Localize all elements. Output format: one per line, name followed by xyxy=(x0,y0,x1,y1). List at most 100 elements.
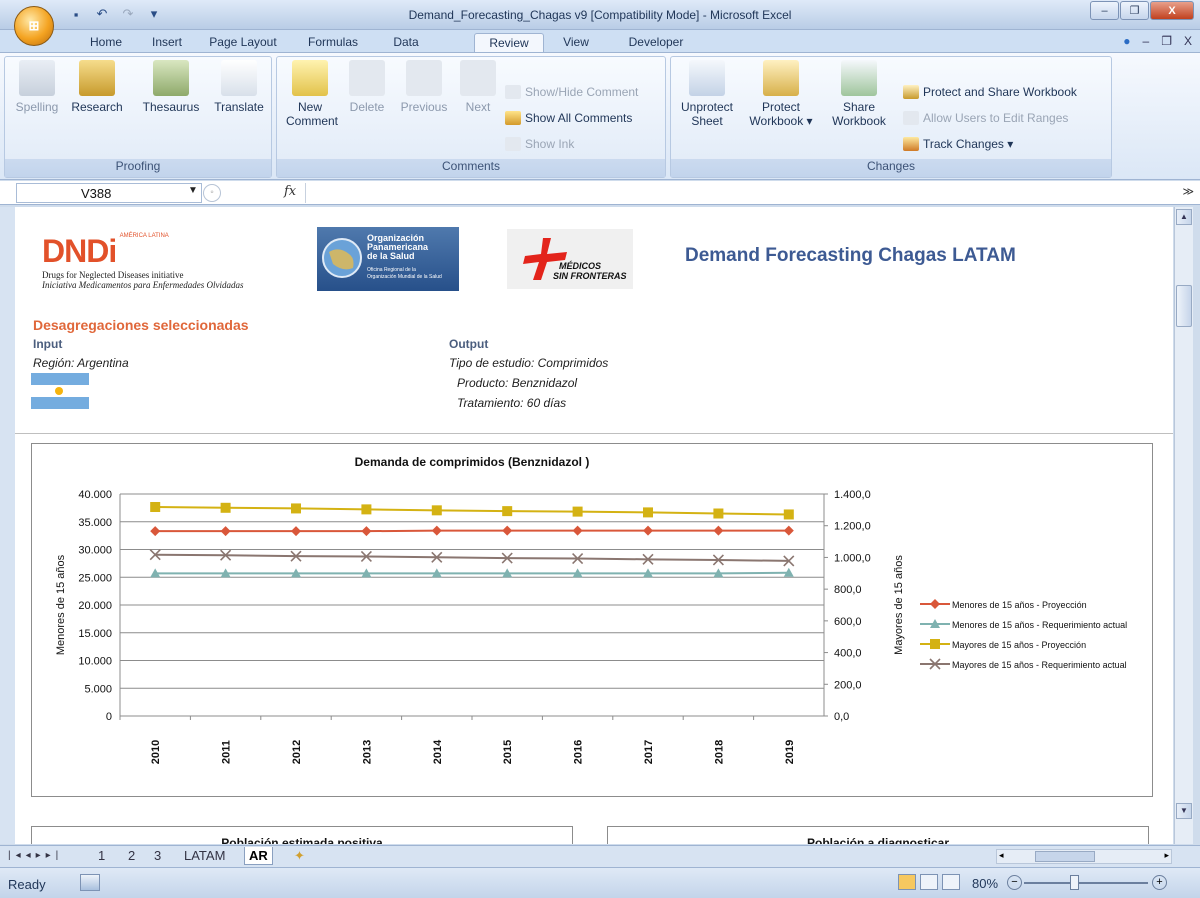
help-icon[interactable]: ● xyxy=(1123,34,1130,48)
sheet-tab-ar[interactable]: AR xyxy=(244,847,273,865)
formula-cancel-icon[interactable]: ◦ xyxy=(203,184,221,202)
office-button[interactable]: ⊞ xyxy=(14,6,54,46)
thesaurus-button[interactable]: Thesaurus xyxy=(135,60,207,114)
sheet-tab-1[interactable]: 1 xyxy=(94,847,109,865)
sheet-tab-3[interactable]: 3 xyxy=(150,847,165,865)
next-comment-button[interactable]: Next xyxy=(455,60,501,114)
data-point-series-3 xyxy=(431,505,442,516)
track-changes-label: Track Changes ▾ xyxy=(923,137,1014,151)
scroll-right-icon[interactable]: ▸ xyxy=(1164,850,1169,861)
tab-home[interactable]: Home xyxy=(80,33,132,52)
show-hide-comment-button[interactable]: Show/Hide Comment xyxy=(505,83,638,101)
y2-tick-label: 400,0 xyxy=(834,648,862,660)
zoom-slider-track[interactable] xyxy=(1024,882,1148,884)
data-point-series-3 xyxy=(502,506,513,517)
tab-data[interactable]: Data xyxy=(384,33,428,52)
scroll-down-icon[interactable]: ▼ xyxy=(1176,803,1192,819)
page-break-view-icon[interactable] xyxy=(942,874,960,890)
new-comment-label: New Comment xyxy=(286,100,339,128)
y-tick-label: 10.000 xyxy=(78,656,112,668)
new-comment-button[interactable]: New Comment xyxy=(281,60,339,128)
data-point-series-1 xyxy=(643,525,653,536)
track-changes-button[interactable]: Track Changes ▾ xyxy=(903,135,1013,153)
y2-tick-label: 1.400,0 xyxy=(834,489,871,501)
poblacion-diagnosticar-chart[interactable]: Población a diagnosticar xyxy=(607,826,1149,844)
insert-function-icon[interactable]: fx xyxy=(284,184,296,199)
previous-comment-icon xyxy=(406,60,442,96)
sheet-tab-2[interactable]: 2 xyxy=(124,847,139,865)
page-layout-view-icon[interactable] xyxy=(920,874,938,890)
restore-button[interactable]: ❐ xyxy=(1120,1,1149,20)
demand-chart-svg: Demanda de comprimidos (Benznidazol ) 0 5.… xyxy=(55,455,1127,764)
scroll-up-icon[interactable]: ▲ xyxy=(1176,209,1192,225)
insert-sheet-icon[interactable]: ✦ xyxy=(290,847,309,865)
ribbon-close-icon[interactable]: X xyxy=(1184,34,1192,48)
horizontal-scrollbar[interactable]: ◂ ▸ xyxy=(996,849,1172,864)
tab-formulas[interactable]: Formulas xyxy=(296,33,370,52)
show-all-comments-button[interactable]: Show All Comments xyxy=(505,109,632,127)
allow-users-edit-ranges-button[interactable]: Allow Users to Edit Ranges xyxy=(903,109,1068,127)
input-label: Input xyxy=(33,337,63,351)
data-point-series-3 xyxy=(572,506,583,517)
vertical-scrollbar[interactable]: ▲ ▼ xyxy=(1174,207,1193,844)
scroll-left-icon[interactable]: ◂ xyxy=(999,850,1004,861)
close-button[interactable]: X xyxy=(1150,1,1194,20)
worksheet[interactable]: DNDi AMÉRICA LATINA Drugs for Neglected … xyxy=(15,207,1173,844)
msf-logo-line2: SIN FRONTERAS xyxy=(553,271,627,281)
data-point-series-1 xyxy=(361,526,372,537)
x-tick-label: 2010 xyxy=(150,740,162,764)
protect-share-workbook-button[interactable]: Protect and Share Workbook xyxy=(903,83,1077,101)
ribbon: Spelling Research Thesaurus Translate Pr… xyxy=(0,52,1200,180)
show-ink-button[interactable]: Show Ink xyxy=(505,135,574,153)
tipo-text: Tipo de estudio: Comprimidos xyxy=(449,356,609,370)
macro-record-icon[interactable] xyxy=(80,874,100,891)
legend-label-1: Menores de 15 años - Proyección xyxy=(952,600,1087,610)
poblacion-diagnosticar-title: Población a diagnosticar xyxy=(806,836,950,844)
poblacion-positiva-chart[interactable]: Población estimada positiva xyxy=(31,826,573,844)
vertical-scroll-thumb[interactable] xyxy=(1176,285,1192,327)
translate-button[interactable]: Translate xyxy=(209,60,269,114)
zoom-out-icon[interactable]: − xyxy=(1007,875,1022,890)
next-comment-label: Next xyxy=(465,100,491,114)
zoom-in-icon[interactable]: + xyxy=(1152,875,1167,890)
share-workbook-button[interactable]: Share Workbook xyxy=(823,60,895,128)
ribbon-restore-icon[interactable]: ❐ xyxy=(1161,34,1172,48)
proofing-group: Spelling Research Thesaurus Translate Pr… xyxy=(4,56,272,178)
previous-comment-button[interactable]: Previous xyxy=(395,60,453,114)
normal-view-icon[interactable] xyxy=(898,874,916,890)
research-button[interactable]: Research xyxy=(67,60,127,114)
y2-tick-label: 200,0 xyxy=(834,679,862,691)
sheet-nav-arrows-icon[interactable]: |◂◂▸▸| xyxy=(8,850,63,861)
unprotect-sheet-icon xyxy=(689,60,725,96)
protect-workbook-button[interactable]: Protect Workbook ▾ xyxy=(743,60,819,128)
name-box-dropdown-icon[interactable]: ▼ xyxy=(188,185,198,196)
name-box[interactable]: V388 xyxy=(16,183,202,203)
zoom-level[interactable]: 80% xyxy=(972,876,998,891)
zoom-slider-thumb[interactable] xyxy=(1070,875,1079,890)
demand-chart[interactable]: Demanda de comprimidos (Benznidazol ) 0 5.… xyxy=(31,443,1153,797)
unprotect-sheet-button[interactable]: Unprotect Sheet xyxy=(675,60,739,128)
x-tick-label: 2016 xyxy=(573,740,585,764)
legend-marker-1 xyxy=(930,599,940,609)
region-text: Región: Argentina xyxy=(33,356,129,370)
divider xyxy=(15,433,1173,434)
formula-input[interactable] xyxy=(312,185,1172,201)
horizontal-scroll-thumb[interactable] xyxy=(1035,851,1095,862)
spelling-button[interactable]: Spelling xyxy=(9,60,65,114)
delete-comment-button[interactable]: Delete xyxy=(343,60,391,114)
title-bar: ▪ ↶ ↷ ▾ Demand_Forecasting_Chagas v9 [Co… xyxy=(0,0,1200,30)
tab-view[interactable]: View xyxy=(552,33,600,52)
x-tick-label: 2015 xyxy=(502,740,514,764)
expand-formula-bar-icon[interactable]: ≫ xyxy=(1182,185,1194,198)
tab-page-layout[interactable]: Page Layout xyxy=(200,33,286,52)
allow-edit-icon xyxy=(903,111,919,125)
msf-logo-line1: MÉDICOS xyxy=(559,261,602,271)
tab-insert[interactable]: Insert xyxy=(144,33,190,52)
formula-separator xyxy=(305,183,306,203)
ribbon-minimize-icon[interactable]: – xyxy=(1143,34,1150,48)
tab-developer[interactable]: Developer xyxy=(616,33,696,52)
minimize-button[interactable]: – xyxy=(1090,1,1119,20)
protect-share-label: Protect and Share Workbook xyxy=(923,85,1077,99)
sheet-tab-latam[interactable]: LATAM xyxy=(180,847,229,865)
tab-review[interactable]: Review xyxy=(474,33,544,52)
